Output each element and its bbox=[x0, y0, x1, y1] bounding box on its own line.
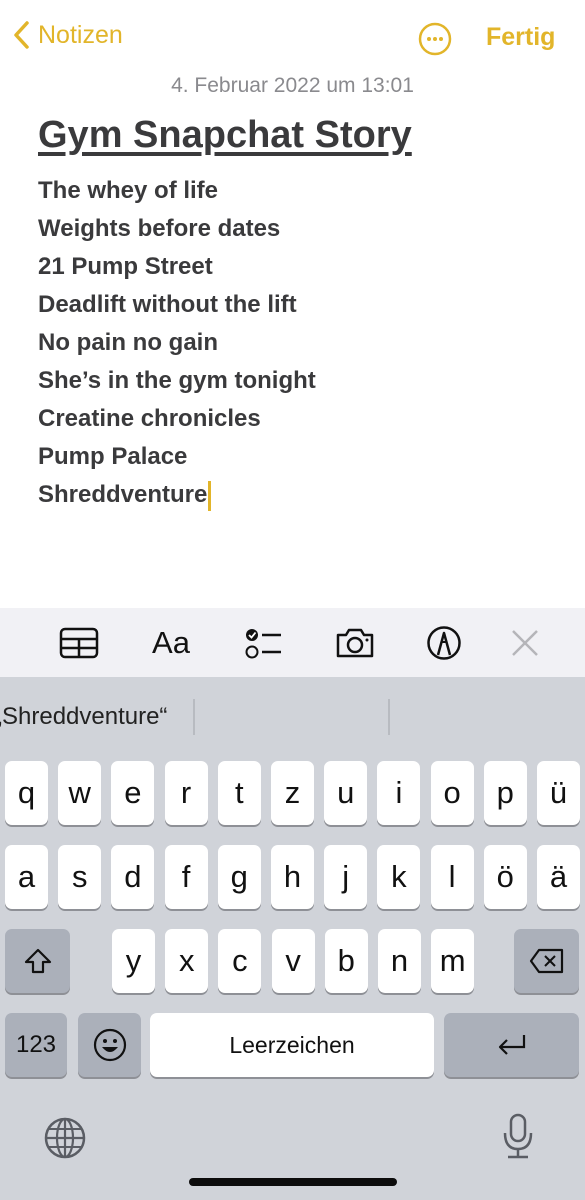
delete-key[interactable] bbox=[514, 929, 579, 993]
chevron-left-icon bbox=[14, 21, 29, 49]
text-cursor bbox=[208, 480, 212, 511]
suggestion-divider bbox=[388, 699, 390, 735]
emoji-icon bbox=[93, 1028, 126, 1062]
more-button[interactable] bbox=[418, 22, 452, 56]
dictation-button[interactable] bbox=[502, 1113, 534, 1164]
markup-pen-icon bbox=[427, 626, 461, 660]
key-ä[interactable]: ä bbox=[537, 845, 580, 909]
key-c[interactable]: c bbox=[218, 929, 262, 993]
camera-icon bbox=[336, 628, 374, 658]
note-title[interactable]: Gym Snapchat Story bbox=[38, 114, 412, 157]
close-toolbar-button[interactable] bbox=[502, 620, 548, 666]
home-indicator[interactable] bbox=[189, 1178, 397, 1186]
key-ü[interactable]: ü bbox=[537, 761, 580, 825]
key-y[interactable]: y bbox=[112, 929, 155, 993]
emoji-key[interactable] bbox=[78, 1013, 141, 1077]
numbers-key[interactable]: 123 bbox=[5, 1013, 67, 1077]
key-m[interactable]: m bbox=[431, 929, 475, 993]
format-toolbar: Aa bbox=[0, 608, 585, 677]
key-e[interactable]: e bbox=[111, 761, 155, 825]
key-z[interactable]: z bbox=[271, 761, 314, 825]
note-line[interactable]: No pain no gain bbox=[38, 324, 316, 362]
globe-icon bbox=[44, 1117, 86, 1159]
camera-button[interactable] bbox=[332, 620, 378, 666]
note-line[interactable]: Deadlift without the lift bbox=[38, 286, 316, 324]
key-i[interactable]: i bbox=[377, 761, 421, 825]
note-line-last[interactable]: Shreddventure bbox=[38, 476, 316, 514]
key-a[interactable]: a bbox=[5, 845, 48, 909]
note-date: 4. Februar 2022 um 13:01 bbox=[171, 74, 414, 97]
note-line[interactable]: 21 Pump Street bbox=[38, 248, 316, 286]
key-x[interactable]: x bbox=[165, 929, 209, 993]
key-r[interactable]: r bbox=[164, 761, 208, 825]
checklist-icon bbox=[245, 629, 281, 659]
key-j[interactable]: j bbox=[324, 845, 368, 909]
markup-button[interactable] bbox=[421, 620, 467, 666]
note-line[interactable]: Pump Palace bbox=[38, 438, 316, 476]
note-line[interactable]: Weights before dates bbox=[38, 210, 316, 248]
note-line-text: Shreddventure bbox=[38, 481, 208, 508]
checklist-button[interactable] bbox=[240, 620, 286, 666]
suggestion-bar: „Shreddventure“ bbox=[0, 677, 585, 757]
ellipsis-circle-icon bbox=[418, 22, 452, 56]
key-o[interactable]: o bbox=[430, 761, 474, 825]
key-w[interactable]: w bbox=[58, 761, 102, 825]
note-line[interactable]: Creatine chronicles bbox=[38, 400, 316, 438]
navigation-bar: Notizen Fertig bbox=[0, 0, 585, 80]
text-format-button[interactable]: Aa bbox=[148, 620, 194, 666]
key-u[interactable]: u bbox=[324, 761, 368, 825]
key-l[interactable]: l bbox=[430, 845, 474, 909]
key-v[interactable]: v bbox=[271, 929, 315, 993]
back-button[interactable]: Notizen bbox=[12, 20, 123, 50]
key-h[interactable]: h bbox=[271, 845, 314, 909]
note-line[interactable]: She’s in the gym tonight bbox=[38, 362, 316, 400]
key-d[interactable]: d bbox=[111, 845, 155, 909]
shift-key[interactable] bbox=[5, 929, 70, 993]
space-key[interactable]: Leerzeichen bbox=[150, 1013, 434, 1077]
key-s[interactable]: s bbox=[58, 845, 102, 909]
return-icon bbox=[498, 1035, 525, 1055]
key-b[interactable]: b bbox=[324, 929, 368, 993]
microphone-icon bbox=[503, 1113, 533, 1159]
done-button[interactable]: Fertig bbox=[486, 23, 555, 52]
shift-icon bbox=[24, 948, 51, 974]
table-icon bbox=[59, 627, 99, 659]
suggestion-item[interactable]: „Shreddventure“ bbox=[0, 703, 167, 731]
close-icon bbox=[512, 630, 538, 656]
note-line[interactable]: The whey of life bbox=[38, 172, 316, 210]
back-label: Notizen bbox=[38, 20, 123, 49]
table-button[interactable] bbox=[56, 620, 102, 666]
keyboard: „Shreddventure“ qwertzuiopü asdfghjklöä … bbox=[0, 677, 585, 1200]
key-f[interactable]: f bbox=[164, 845, 208, 909]
key-n[interactable]: n bbox=[378, 929, 421, 993]
suggestion-divider bbox=[193, 699, 195, 735]
key-p[interactable]: p bbox=[483, 761, 527, 825]
note-body[interactable]: The whey of life Weights before dates 21… bbox=[38, 172, 316, 514]
key-k[interactable]: k bbox=[377, 845, 421, 909]
globe-button[interactable] bbox=[44, 1117, 86, 1164]
key-q[interactable]: q bbox=[5, 761, 48, 825]
key-g[interactable]: g bbox=[217, 845, 261, 909]
backspace-icon bbox=[529, 948, 563, 974]
key-ö[interactable]: ö bbox=[483, 845, 527, 909]
key-t[interactable]: t bbox=[217, 761, 261, 825]
return-key[interactable] bbox=[444, 1013, 579, 1077]
